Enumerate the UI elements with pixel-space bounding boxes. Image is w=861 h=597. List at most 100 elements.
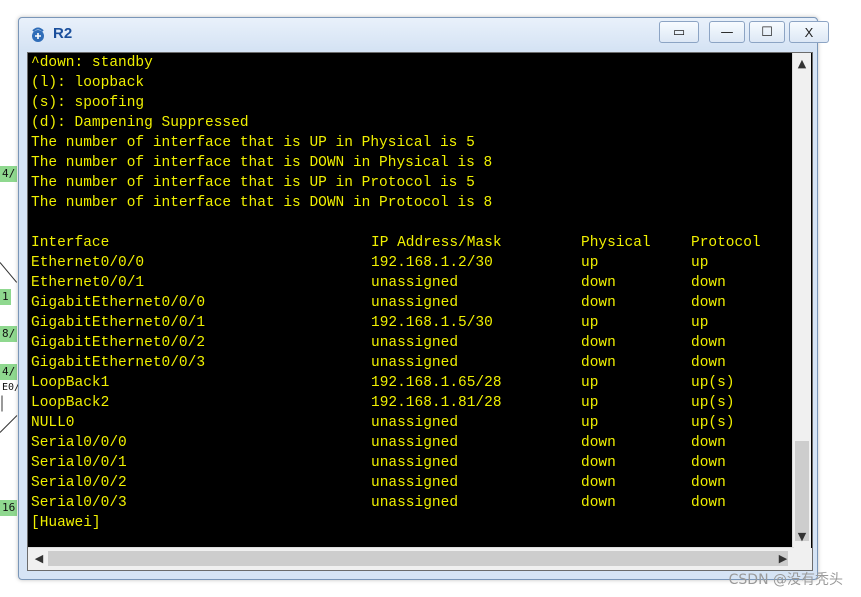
table-cell: LoopBack1 — [31, 375, 110, 391]
table-cell: up — [691, 315, 709, 331]
restore-button[interactable]: ▭ — [659, 21, 699, 43]
table-header-row: Interface IP Address/Mask Physical Protocol — [31, 233, 813, 253]
topology-label: 1 — [0, 289, 11, 305]
table-cell: unassigned — [371, 415, 459, 431]
table-cell: 192.168.1.5/30 — [371, 315, 493, 331]
terminal-line: The number of interface that is DOWN in … — [31, 195, 493, 211]
table-row: Serial0/0/2 unassigned down down — [31, 473, 813, 493]
terminal-line: The number of interface that is UP in Pr… — [31, 175, 475, 191]
table-cell: GigabitEthernet0/0/1 — [31, 315, 206, 331]
table-cell: up — [581, 395, 599, 411]
table-cell: down — [691, 355, 726, 371]
vertical-scrollbar[interactable]: ▲ ▼ — [792, 53, 811, 548]
table-cell: Serial0/0/1 — [31, 455, 127, 471]
table-cell: up — [581, 315, 599, 331]
table-cell: LoopBack2 — [31, 395, 110, 411]
terminal-line: ^down: standby — [31, 55, 153, 71]
window-title: R2 — [53, 25, 73, 42]
table-cell: down — [691, 435, 726, 451]
topology-label: 16 — [0, 500, 18, 516]
table-cell: unassigned — [371, 355, 459, 371]
table-header-cell: Protocol — [691, 235, 761, 251]
topology-link — [0, 262, 18, 283]
minimize-button[interactable]: — — [709, 21, 745, 43]
table-cell: GigabitEthernet0/0/0 — [31, 295, 206, 311]
table-cell: up — [691, 255, 709, 271]
table-cell: unassigned — [371, 335, 459, 351]
router-app-icon — [32, 27, 44, 42]
watermark: CSDN @没有秃头 — [728, 572, 843, 588]
table-row: Serial0/0/0 unassigned down down — [31, 433, 813, 453]
table-row: Ethernet0/0/0 192.168.1.2/30 up up — [31, 253, 813, 273]
table-row: LoopBack1 192.168.1.65/28 up up(s) — [31, 373, 813, 393]
topology-link — [0, 415, 18, 433]
table-cell: Ethernet0/0/1 — [31, 275, 145, 291]
table-cell: down — [691, 335, 726, 351]
table-cell: unassigned — [371, 295, 459, 311]
table-row: GigabitEthernet0/0/2 unassigned down down — [31, 333, 813, 353]
table-cell: Ethernet0/0/0 — [31, 255, 145, 271]
terminal-line: The number of interface that is UP in Ph… — [31, 135, 475, 151]
table-header-cell: Interface — [31, 235, 110, 251]
table-cell: up(s) — [691, 395, 735, 411]
terminal-output[interactable]: ^down: standby (l): loopback (s): spoofing… — [31, 53, 813, 548]
console-area[interactable]: ^down: standby (l): loopback (s): spoofing… — [27, 52, 813, 571]
table-cell: unassigned — [371, 495, 459, 511]
table-cell: NULL0 — [31, 415, 75, 431]
table-cell: up — [581, 375, 599, 391]
topology-label: 4/ — [0, 364, 18, 380]
table-cell: down — [691, 455, 726, 471]
table-header-cell: Physical — [581, 235, 651, 251]
table-cell: down — [581, 495, 616, 511]
table-cell: 192.168.1.65/28 — [371, 375, 502, 391]
terminal-line: (s): spoofing — [31, 95, 145, 111]
table-cell: Serial0/0/0 — [31, 435, 127, 451]
table-cell: 192.168.1.81/28 — [371, 395, 502, 411]
table-row: GigabitEthernet0/0/1 192.168.1.5/30 up up — [31, 313, 813, 333]
horizontal-scrollbar[interactable]: ◀ ▶ — [28, 547, 794, 570]
table-header-cell: IP Address/Mask — [371, 235, 502, 251]
table-cell: Serial0/0/2 — [31, 475, 127, 491]
table-cell: down — [691, 275, 726, 291]
table-cell: up — [581, 255, 599, 271]
title-bar[interactable]: R2 ▭ — ☐ X — [19, 18, 829, 50]
table-row: GigabitEthernet0/0/3 unassigned down down — [31, 353, 813, 373]
table-cell: up(s) — [691, 375, 735, 391]
terminal-line: (d): Dampening Suppressed — [31, 115, 249, 131]
table-row: Ethernet0/0/1 unassigned down down — [31, 273, 813, 293]
scroll-up-icon[interactable]: ▲ — [793, 55, 811, 73]
terminal-window[interactable]: R2 ▭ — ☐ X ^down: standby (l): loopback (s… — [18, 17, 829, 580]
table-row: LoopBack2 192.168.1.81/28 up up(s) — [31, 393, 813, 413]
vertical-scroll-thumb[interactable] — [795, 441, 809, 541]
topology-label: 8/ — [0, 326, 18, 342]
table-cell: down — [691, 295, 726, 311]
table-cell: down — [581, 275, 616, 291]
topology-label: 4/ — [0, 166, 18, 182]
command-prompt[interactable]: [Huawei] — [31, 513, 813, 533]
scroll-down-icon[interactable]: ▼ — [793, 528, 811, 546]
table-cell: down — [691, 495, 726, 511]
terminal-line: The number of interface that is DOWN in … — [31, 155, 493, 171]
topology-link — [1, 395, 3, 412]
table-cell: GigabitEthernet0/0/2 — [31, 335, 206, 351]
table-row: GigabitEthernet0/0/0 unassigned down down — [31, 293, 813, 313]
table-row: Serial0/0/1 unassigned down down — [31, 453, 813, 473]
table-cell: down — [581, 355, 616, 371]
table-cell: unassigned — [371, 275, 459, 291]
table-cell: 192.168.1.2/30 — [371, 255, 493, 271]
table-cell: down — [691, 475, 726, 491]
resize-grip[interactable] — [792, 548, 812, 570]
table-cell: unassigned — [371, 455, 459, 471]
table-row: Serial0/0/3 unassigned down down — [31, 493, 813, 513]
table-cell: up — [581, 415, 599, 431]
maximize-button[interactable]: ☐ — [749, 21, 785, 43]
table-cell: down — [581, 295, 616, 311]
table-cell: down — [581, 335, 616, 351]
scroll-left-icon[interactable]: ◀ — [30, 550, 48, 568]
scroll-right-icon[interactable]: ▶ — [774, 550, 792, 568]
table-cell: down — [581, 435, 616, 451]
horizontal-scroll-thumb[interactable] — [48, 551, 788, 566]
close-button[interactable]: X — [789, 21, 829, 43]
table-cell: up(s) — [691, 415, 735, 431]
